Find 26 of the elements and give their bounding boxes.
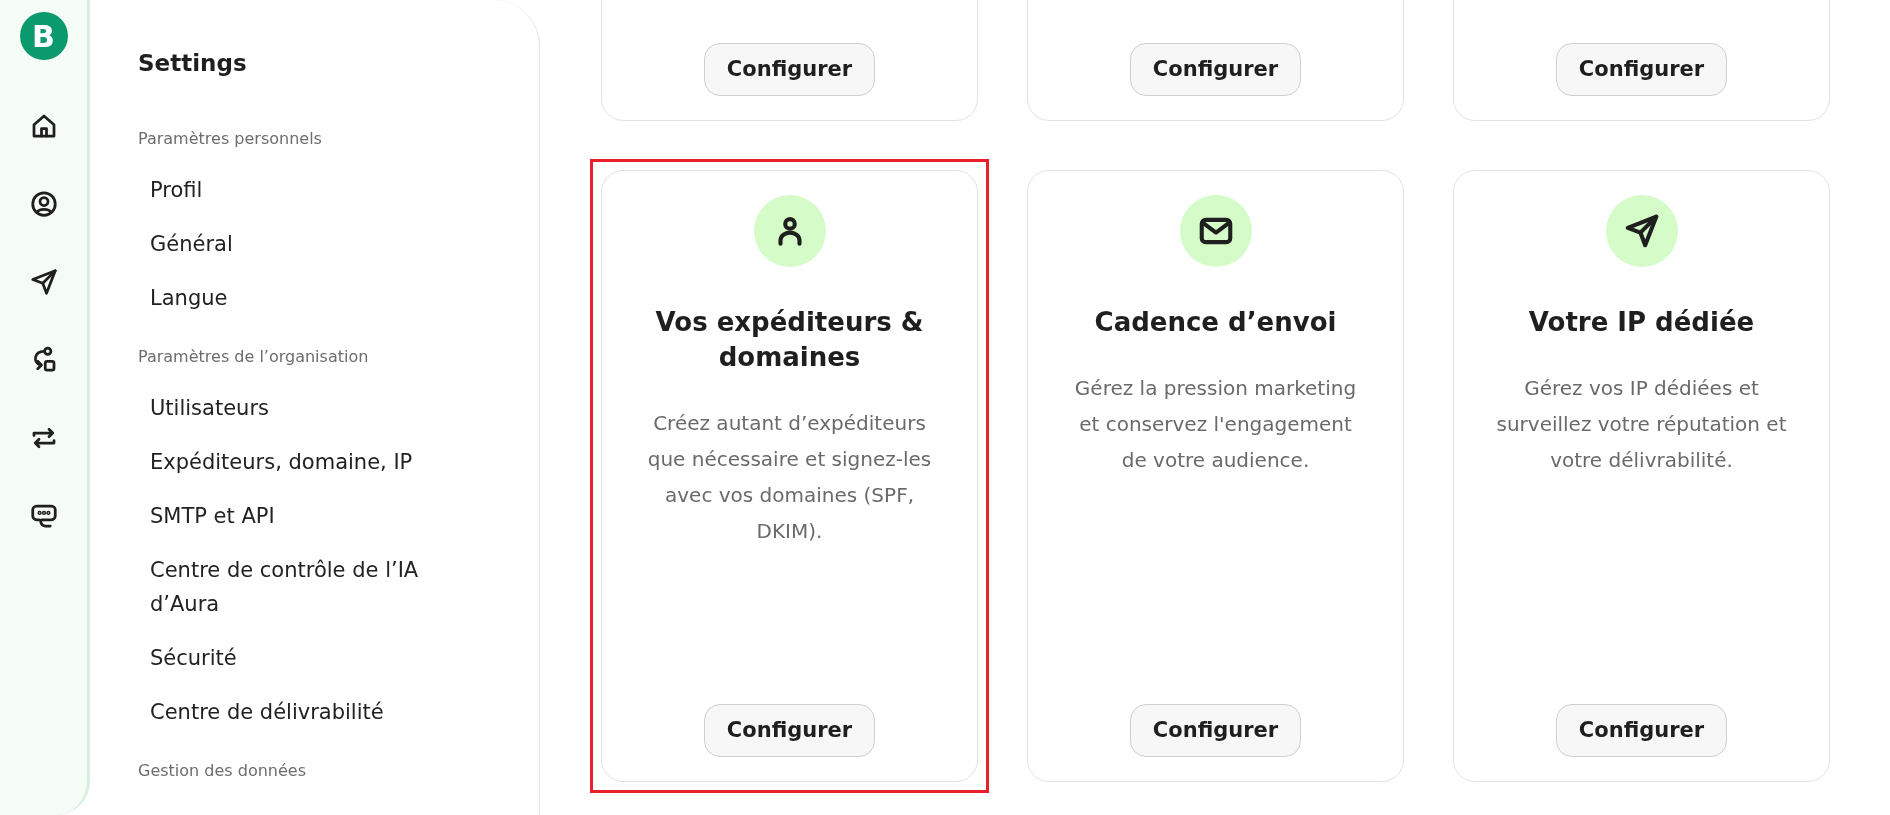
sidebar-item[interactable]: Profil [138,172,438,207]
configure-button[interactable]: Configurer [703,703,876,757]
sidebar-item[interactable]: Expéditeurs, domaine, IP [138,444,438,479]
section-heading: Paramètres personnels [138,127,323,150]
configure-button[interactable]: Configurer [703,42,876,96]
section-heading: Paramètres de l’organisation [138,345,370,368]
section-heading: Gestion des données [138,759,307,782]
configure-button[interactable]: Configurer [1555,42,1728,96]
card-description: Créez autant d’expéditeurs que nécessaire et signez-les avec vos domaines (SPF, DKIM). [646,410,933,545]
sidebar-item[interactable]: Centre de contrôle de l’IA d’Aura [138,552,438,621]
sidebar-item[interactable]: Sécurité [138,640,438,675]
card-description: Gérez vos IP dédiées et surveillez votre réputation et votre délivrabilité. [1495,375,1788,474]
configure-button[interactable]: Configurer [1555,703,1728,757]
sidebar-item[interactable]: Centre de délivrabilité [138,694,438,729]
sidebar-item[interactable]: Langue [138,280,438,315]
configure-button[interactable]: Configurer [1129,42,1302,96]
card-title: Cadence d’envoi [1094,306,1337,339]
card-title: Votre IP dédiée [1528,306,1755,339]
card-description: Gérez la pression marketing et conservez l'engagement de votre audience. [1073,375,1358,474]
sidebar-item[interactable]: SMTP et API [138,498,438,533]
sidebar-title: Settings [138,49,248,78]
card-title: Vos expéditeurs & domaines [654,306,925,374]
configure-button[interactable]: Configurer [1129,703,1302,757]
sidebar-item[interactable]: Général [138,226,438,261]
sidebar-item[interactable]: Utilisateurs [138,390,438,425]
logo: B [19,12,68,60]
